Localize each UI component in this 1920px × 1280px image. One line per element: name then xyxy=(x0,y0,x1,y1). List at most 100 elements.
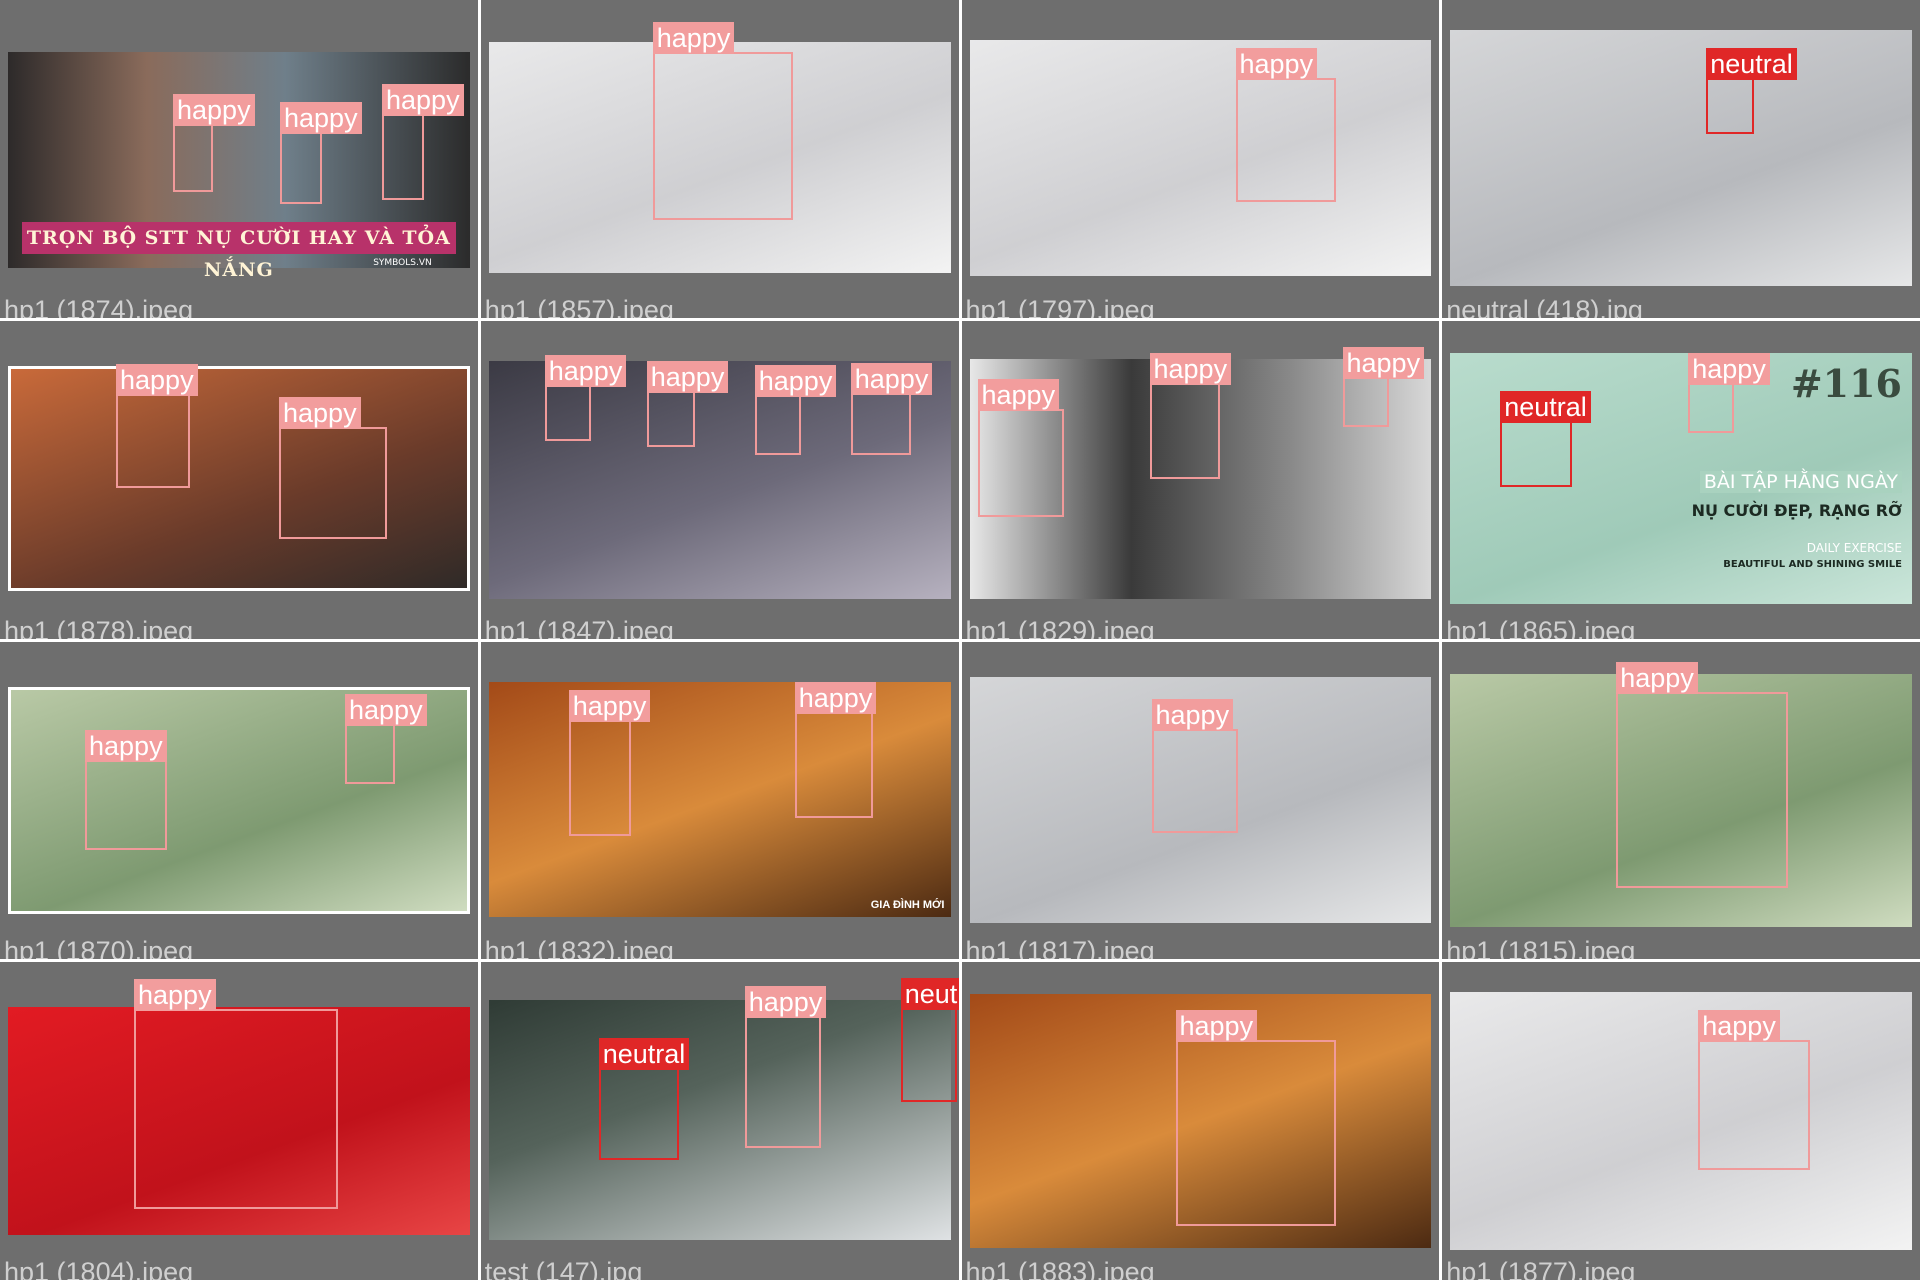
emotion-label: happy xyxy=(279,396,361,429)
banner-source: SYMBOLS.VN xyxy=(373,257,432,268)
image-filename: hp1 (1865).jpeg xyxy=(1446,615,1636,639)
face-box: neutral xyxy=(1500,390,1591,487)
face-box: happy xyxy=(279,396,387,539)
image-filename: hp1 (1847).jpeg xyxy=(484,615,674,639)
emotion-label: happy xyxy=(382,84,464,116)
image-filename: hp1 (1797).jpeg xyxy=(965,294,1155,318)
emotion-label: happy xyxy=(544,354,627,387)
thumbnail-image: happy xyxy=(1450,661,1912,928)
grid-cell[interactable]: happy happy GIA ĐÌNH MỚI hp1 (1832).jpeg xyxy=(480,641,959,960)
face-box: happy xyxy=(1235,48,1336,202)
emotion-label: happy xyxy=(1616,661,1698,694)
emotion-label: happy xyxy=(1151,698,1234,731)
face-box: happy xyxy=(85,729,167,850)
promo-caption: DAILY EXERCISE xyxy=(1806,540,1902,555)
grid-cell[interactable]: happy happy hp1 (1870).jpeg xyxy=(0,641,478,960)
promo-number: #116 xyxy=(1790,360,1902,406)
grid-cell[interactable]: happy hp1 (1817).jpeg xyxy=(961,641,1440,960)
watermark: GIA ĐÌNH MỚI xyxy=(870,899,945,912)
emotion-label: happy xyxy=(116,363,198,396)
face-box: neutral xyxy=(900,978,959,1103)
emotion-label: happy xyxy=(1342,346,1425,379)
face-box: neutral xyxy=(598,1038,690,1161)
grid-cell[interactable]: happy hp1 (1797).jpeg xyxy=(961,0,1440,318)
promo-title: BÀI TẬP HẰNG NGÀY xyxy=(1699,470,1902,493)
face-box: happy xyxy=(134,979,338,1210)
thumbnail-image: happy xyxy=(8,979,470,1235)
thumbnail-image: happy xyxy=(969,676,1432,924)
face-box: happy xyxy=(544,354,627,441)
thumbnail-image: happy happy happy TRỌN BỘ STT NỤ CƯỜI HA… xyxy=(8,52,470,281)
emotion-label: happy xyxy=(1688,352,1770,385)
face-box: happy xyxy=(173,94,255,192)
image-filename: hp1 (1815).jpeg xyxy=(1446,936,1636,960)
face-box: happy xyxy=(1175,1010,1336,1227)
thumbnail-image: happy happy happy happy xyxy=(488,354,951,599)
emotion-label: happy xyxy=(977,378,1060,411)
grid-cell[interactable]: happy hp1 (1815).jpeg xyxy=(1442,641,1920,960)
grid-cell[interactable]: happy hp1 (1883).jpeg xyxy=(961,962,1440,1280)
emotion-label: happy xyxy=(85,729,167,762)
emotion-label: happy xyxy=(1235,48,1318,80)
image-grid: happy happy happy TRỌN BỘ STT NỤ CƯỜI HA… xyxy=(0,0,1920,1280)
image-filename: hp1 (1877).jpeg xyxy=(1446,1257,1636,1280)
emotion-label: happy xyxy=(1149,352,1232,385)
image-filename: hp1 (1817).jpeg xyxy=(965,936,1155,960)
grid-cell[interactable]: neutral happy neutral test (147).jpg xyxy=(480,962,959,1280)
image-filename: hp1 (1878).jpeg xyxy=(4,615,194,639)
grid-cell[interactable]: happy happy happy happy hp1 (1847).jpeg xyxy=(480,320,959,639)
grid-cell[interactable]: happy hp1 (1857).jpeg xyxy=(480,0,959,318)
emotion-label: neutral xyxy=(598,1038,690,1071)
image-filename: hp1 (1832).jpeg xyxy=(484,936,674,960)
emotion-label: happy xyxy=(850,362,933,395)
face-box: happy xyxy=(652,22,793,220)
face-box: happy xyxy=(744,986,827,1149)
face-box: neutral xyxy=(1706,48,1797,134)
thumbnail-image: happy happy happy xyxy=(969,346,1432,599)
banner-caption: TRỌN BỘ STT NỤ CƯỜI HAY VÀ TỎA NẮNG xyxy=(22,221,456,281)
grid-cell[interactable]: happy hp1 (1804).jpeg xyxy=(0,962,478,1280)
image-filename: hp1 (1870).jpeg xyxy=(4,936,194,960)
grid-cell[interactable]: happy hp1 (1877).jpeg xyxy=(1442,962,1920,1280)
thumbnail-image: happy xyxy=(1450,992,1912,1250)
thumbnail-image: neutral happy #116 BÀI TẬP HẰNG NGÀY NỤ … xyxy=(1450,352,1912,604)
emotion-label: happy xyxy=(173,94,255,126)
thumbnail-image: neutral happy neutral xyxy=(488,978,959,1240)
image-filename: test (147).jpg xyxy=(484,1257,643,1280)
grid-cell[interactable]: neutral happy #116 BÀI TẬP HẰNG NGÀY NỤ … xyxy=(1442,320,1920,639)
image-filename: hp1 (1804).jpeg xyxy=(4,1257,194,1280)
emotion-label: neutral xyxy=(1500,390,1591,423)
emotion-label: happy xyxy=(134,979,216,1012)
image-filename: hp1 (1883).jpeg xyxy=(965,1257,1155,1280)
face-box: happy xyxy=(754,364,837,455)
emotion-label: happy xyxy=(646,360,729,393)
promo-tagline: BEAUTIFUL AND SHINING SMILE xyxy=(1723,558,1902,570)
emotion-label: happy xyxy=(744,986,827,1019)
emotion-label: happy xyxy=(345,693,427,726)
emotion-label: neutral xyxy=(1706,48,1797,80)
grid-cell[interactable]: happy happy hp1 (1878).jpeg xyxy=(0,320,478,639)
image-filename: neutral (418).jpg xyxy=(1446,294,1643,318)
face-box: happy xyxy=(1342,346,1425,427)
image-filename: hp1 (1857).jpeg xyxy=(484,294,674,318)
image-filename: hp1 (1874).jpeg xyxy=(4,294,194,318)
emotion-label: happy xyxy=(794,681,877,714)
promo-subtitle: NỤ CƯỜI ĐẸP, RẠNG RỠ xyxy=(1691,500,1902,520)
emotion-label: happy xyxy=(754,364,837,397)
face-box: happy xyxy=(1149,352,1232,479)
thumbnail-image: happy happy xyxy=(8,363,470,591)
face-box: happy xyxy=(345,693,427,784)
emotion-label: happy xyxy=(1698,1010,1780,1043)
face-box: happy xyxy=(794,681,877,818)
face-box: happy xyxy=(382,84,464,200)
grid-cell[interactable]: neutral neutral (418).jpg xyxy=(1442,0,1920,318)
thumbnail-image: happy happy GIA ĐÌNH MỚI xyxy=(488,681,951,918)
thumbnail-image: happy xyxy=(969,994,1432,1248)
emotion-label: happy xyxy=(280,102,362,134)
grid-cell[interactable]: happy happy happy hp1 (1829).jpeg xyxy=(961,320,1440,639)
face-box: happy xyxy=(116,363,198,488)
grid-cell[interactable]: happy happy happy TRỌN BỘ STT NỤ CƯỜI HA… xyxy=(0,0,478,318)
thumbnail-image: happy xyxy=(488,22,951,273)
thumbnail-image: happy happy xyxy=(8,686,470,915)
face-box: happy xyxy=(977,378,1064,517)
